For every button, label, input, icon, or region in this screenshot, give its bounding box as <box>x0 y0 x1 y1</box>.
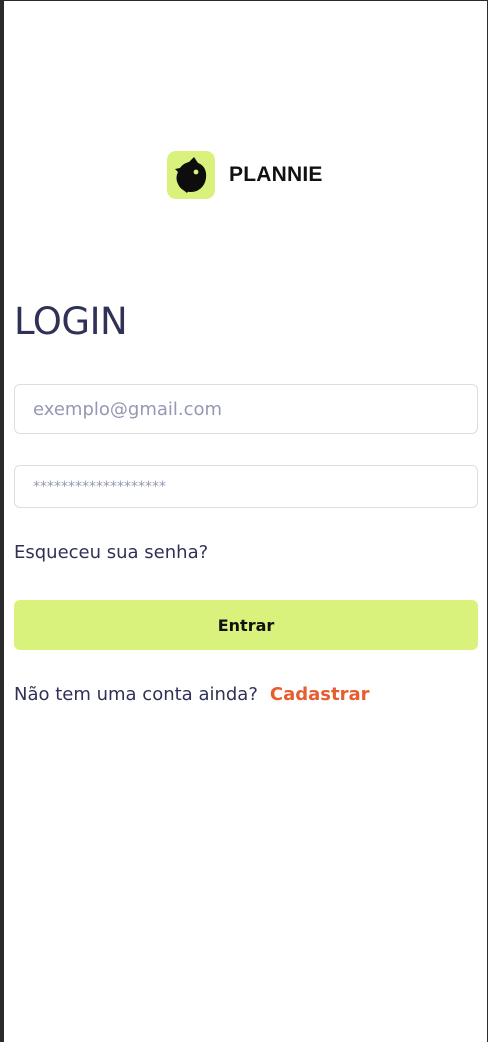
page-title: LOGIN <box>14 300 128 343</box>
brand-name: PLANNIE <box>229 163 323 186</box>
signup-prompt: Não tem uma conta ainda? <box>14 684 258 705</box>
password-field[interactable] <box>14 465 478 508</box>
signup-row: Não tem uma conta ainda? Cadastrar <box>14 684 370 705</box>
brand-header: PLANNIE <box>167 151 323 199</box>
submit-button[interactable]: Entrar <box>14 600 478 650</box>
cat-head-icon <box>175 157 207 193</box>
email-field[interactable] <box>14 384 478 434</box>
brand-logo <box>167 151 215 199</box>
signup-link[interactable]: Cadastrar <box>270 684 370 705</box>
forgot-password-link[interactable]: Esqueceu sua senha? <box>14 542 208 563</box>
window-frame-top <box>0 0 488 1</box>
window-frame-left <box>0 0 4 1042</box>
